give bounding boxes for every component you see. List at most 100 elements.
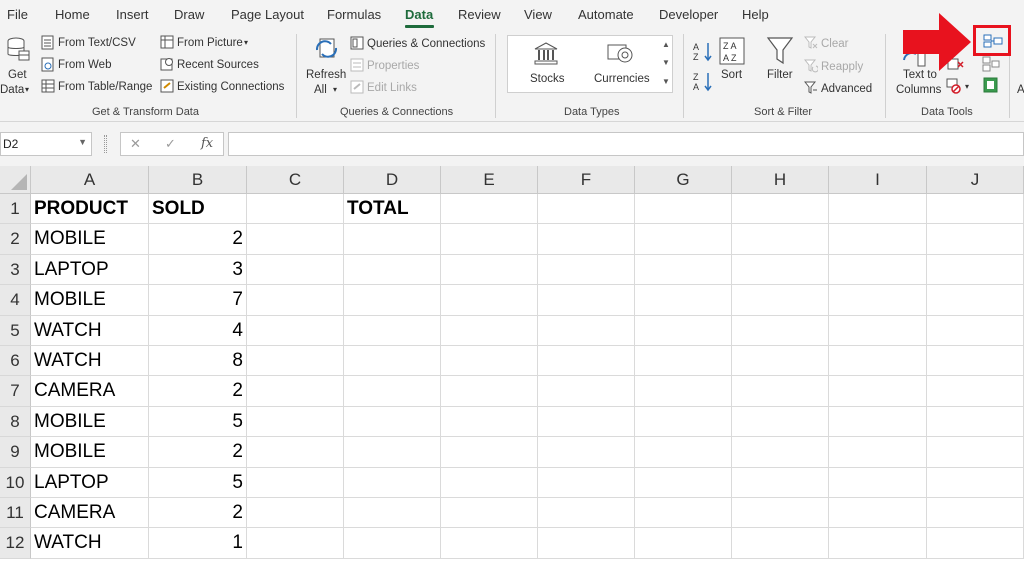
cell-j5[interactable] [927,315,1024,346]
cell-f6[interactable] [538,346,635,377]
column-header-i[interactable]: I [829,166,927,194]
tab-help[interactable]: Help [742,7,769,22]
cell-i7[interactable] [829,376,927,407]
row-header-1[interactable]: 1 [0,194,31,225]
cell-a2[interactable]: MOBILE [31,224,149,255]
existing-connections-button[interactable]: Existing Connections [177,80,284,94]
cell-d3[interactable] [344,254,441,286]
cell-c7[interactable] [247,376,344,407]
row-header-2[interactable]: 2 [0,224,31,255]
column-header-g[interactable]: G [635,166,732,194]
cell-d8[interactable] [344,406,441,438]
cell-f1[interactable] [538,194,635,225]
queries-connections-button[interactable]: Queries & Connections [367,37,485,51]
name-box[interactable]: D2 ▼ [0,132,92,156]
gallery-more-icon[interactable]: ▼ [660,73,672,91]
row-header-9[interactable]: 9 [0,437,31,468]
cell-c12[interactable] [247,528,344,559]
cell-e7[interactable] [441,376,538,407]
sort-za-icon[interactable]: Z A [692,70,714,92]
row-header-4[interactable]: 4 [0,285,31,316]
tab-insert[interactable]: Insert [116,7,149,22]
column-header-c[interactable]: C [247,166,344,194]
cell-j2[interactable] [927,224,1024,255]
cell-a3[interactable]: LAPTOP [31,254,149,286]
from-table-range-button[interactable]: From Table/Range [58,80,152,94]
cell-j6[interactable] [927,346,1024,377]
cell-h12[interactable] [732,528,829,559]
cell-j8[interactable] [927,406,1024,438]
insert-function-icon[interactable]: fx [201,136,213,151]
recent-sources-button[interactable]: Recent Sources [177,58,259,72]
cell-e5[interactable] [441,315,538,346]
cell-g10[interactable] [635,467,732,498]
cell-d2[interactable] [344,224,441,255]
cell-e8[interactable] [441,406,538,438]
cell-f3[interactable] [538,254,635,286]
cell-a6[interactable]: WATCH [31,346,149,377]
enter-icon[interactable]: ✓ [165,136,176,152]
sort-az-icon[interactable]: A Z [692,40,714,62]
cell-b4[interactable]: 7 [149,285,247,316]
advanced-button[interactable]: Advanced [821,82,872,96]
row-header-6[interactable]: 6 [0,346,31,377]
cell-b7[interactable]: 2 [149,376,247,407]
tab-data[interactable]: Data [405,7,433,22]
get-data-label-1[interactable]: Get [8,68,27,82]
cell-i4[interactable] [829,285,927,316]
cell-f10[interactable] [538,467,635,498]
cell-c8[interactable] [247,406,344,438]
cell-i1[interactable] [829,194,927,225]
cell-g1[interactable] [635,194,732,225]
cell-b12[interactable]: 1 [149,528,247,559]
text-to-columns-label-2[interactable]: Columns [896,83,941,97]
cell-d1[interactable]: TOTAL [344,194,441,225]
cell-a7[interactable]: CAMERA [31,376,149,407]
cell-d4[interactable] [344,285,441,316]
cell-e4[interactable] [441,285,538,316]
filter-button[interactable]: Filter [767,68,793,82]
refresh-all-label-1[interactable]: Refresh [306,68,346,82]
currencies-button[interactable]: Currencies [594,72,650,86]
edit-links-button[interactable]: Edit Links [367,81,417,95]
cell-j3[interactable] [927,254,1024,286]
row-header-5[interactable]: 5 [0,315,31,346]
cell-e3[interactable] [441,254,538,286]
cell-b3[interactable]: 3 [149,254,247,286]
row-header-8[interactable]: 8 [0,406,31,438]
row-header-7[interactable]: 7 [0,376,31,407]
cell-f12[interactable] [538,528,635,559]
cell-e2[interactable] [441,224,538,255]
tab-home[interactable]: Home [55,7,90,22]
column-header-a[interactable]: A [31,166,149,194]
cell-a12[interactable]: WATCH [31,528,149,559]
cell-i2[interactable] [829,224,927,255]
cancel-icon[interactable]: ✕ [130,136,141,152]
cell-d6[interactable] [344,346,441,377]
tab-automate[interactable]: Automate [578,7,634,22]
tab-review[interactable]: Review [458,7,501,22]
cell-h7[interactable] [732,376,829,407]
cell-g2[interactable] [635,224,732,255]
cell-a9[interactable]: MOBILE [31,437,149,468]
cell-a1[interactable]: PRODUCT [31,194,149,225]
cell-c2[interactable] [247,224,344,255]
select-all-button[interactable] [0,166,31,194]
cell-g9[interactable] [635,437,732,468]
cell-a11[interactable]: CAMERA [31,498,149,529]
cell-e9[interactable] [441,437,538,468]
cell-h11[interactable] [732,498,829,529]
cell-a5[interactable]: WATCH [31,315,149,346]
cell-h5[interactable] [732,315,829,346]
tab-draw[interactable]: Draw [174,7,204,22]
cell-f9[interactable] [538,437,635,468]
cell-a10[interactable]: LAPTOP [31,467,149,498]
cell-f8[interactable] [538,406,635,438]
cell-b5[interactable]: 4 [149,315,247,346]
cell-f7[interactable] [538,376,635,407]
cell-f4[interactable] [538,285,635,316]
cell-b11[interactable]: 2 [149,498,247,529]
cell-c10[interactable] [247,467,344,498]
cell-h3[interactable] [732,254,829,286]
cell-g3[interactable] [635,254,732,286]
